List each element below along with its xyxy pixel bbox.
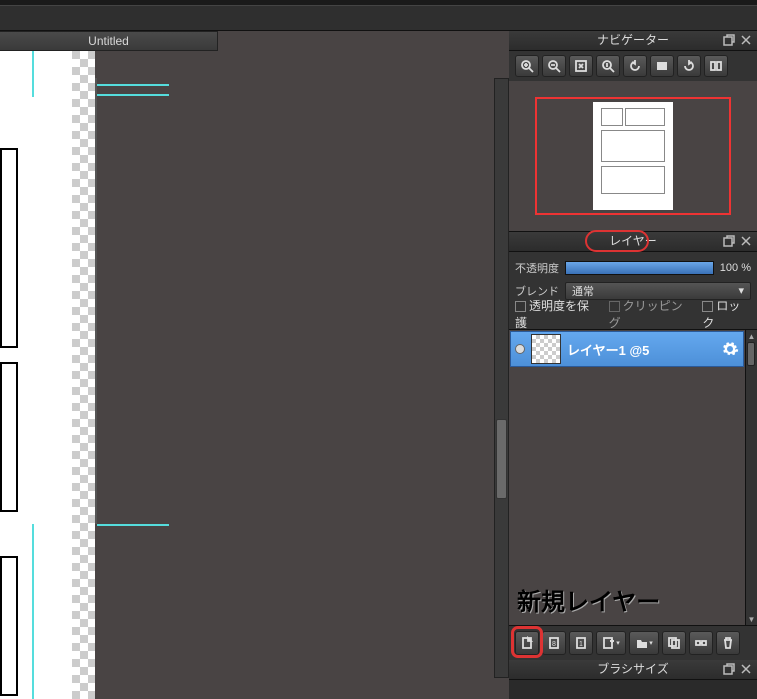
document-tab-title: Untitled [88, 34, 129, 48]
opacity-slider-fill [566, 262, 713, 274]
layer-row[interactable]: レイヤー1 @5 [510, 331, 744, 367]
zoom-in-button[interactable] [515, 55, 539, 77]
brush-size-panel: ブラシサイズ [509, 660, 757, 680]
navigator-preview[interactable] [509, 81, 757, 231]
guide-line [97, 94, 169, 96]
navigator-viewport-frame[interactable] [535, 97, 731, 215]
layer-visibility-toggle[interactable] [515, 344, 525, 354]
layer-toolbar: 8 1 ▾ ▾ [509, 626, 757, 660]
delete-layer-button[interactable] [716, 631, 740, 655]
comic-panel [0, 148, 18, 348]
new-vector-layer-button[interactable]: 1 [569, 631, 593, 655]
navigator-title-label: ナビゲーター [597, 33, 669, 47]
canvas-scrollbar-vertical[interactable] [494, 78, 509, 678]
chevron-down-icon: ▾ [649, 639, 653, 647]
scroll-up-arrow[interactable]: ▲ [746, 330, 757, 342]
layers-panel: レイヤー 不透明度 100 % ブレンド 通常 ▾ [509, 232, 757, 660]
guide-line [32, 524, 34, 699]
new-raster-layer-button[interactable]: 8 [542, 631, 566, 655]
opacity-label: 不透明度 [515, 260, 559, 276]
add-special-layer-button[interactable]: ▾ [596, 631, 626, 655]
chevron-down-icon: ▾ [738, 284, 744, 297]
layer-list-scrollbar[interactable]: ▲ ▼ [745, 330, 757, 625]
layer-thumbnail[interactable] [531, 334, 561, 364]
scrollbar-thumb[interactable] [496, 419, 507, 499]
rotate-ccw-button[interactable] [623, 55, 647, 77]
clipping-checkbox[interactable]: クリッピング [609, 297, 693, 331]
svg-text:8: 8 [552, 641, 556, 648]
menu-bar[interactable] [0, 5, 757, 31]
rotate-cw-button[interactable] [677, 55, 701, 77]
scrollbar-thumb[interactable] [747, 342, 755, 366]
new-layer-button[interactable] [515, 631, 539, 655]
preserve-alpha-checkbox[interactable]: 透明度を保護 [515, 297, 599, 331]
navigator-thumbnail [593, 102, 673, 210]
navigator-panel-title: ナビゲーター [509, 31, 757, 51]
close-icon[interactable] [739, 662, 753, 676]
layers-title-label: レイヤー [609, 234, 657, 248]
duplicate-layer-button[interactable] [662, 631, 686, 655]
flip-horizontal-button[interactable] [650, 55, 674, 77]
comic-panel [0, 556, 18, 696]
layer-list: レイヤー1 @5 ▲ ▼ 新規レイヤー [509, 330, 757, 626]
layer-name-label: レイヤー1 @5 [567, 340, 715, 359]
popout-icon[interactable] [722, 33, 736, 47]
zoom-minus-button[interactable] [596, 55, 620, 77]
close-icon[interactable] [739, 33, 753, 47]
gear-icon[interactable] [721, 340, 739, 358]
guide-line [97, 84, 169, 86]
layer-controls: 不透明度 100 % ブレンド 通常 ▾ 透明度を保護 クリッピング ロック [509, 252, 757, 330]
new-folder-button[interactable]: ▾ [629, 631, 659, 655]
lock-checkbox[interactable]: ロック [702, 297, 751, 331]
popout-icon[interactable] [722, 662, 736, 676]
close-icon[interactable] [739, 234, 753, 248]
opacity-value: 100 % [720, 262, 751, 274]
opacity-slider[interactable] [565, 261, 714, 275]
reset-view-button[interactable] [704, 55, 728, 77]
brush-size-title-label: ブラシサイズ [597, 662, 668, 676]
layers-panel-title: レイヤー [509, 232, 757, 252]
guide-line [32, 51, 34, 97]
document-tab[interactable]: Untitled [0, 31, 218, 51]
comic-panel [0, 362, 18, 512]
brush-size-panel-title: ブラシサイズ [509, 660, 757, 680]
zoom-plus-button[interactable] [542, 55, 566, 77]
fit-screen-button[interactable] [569, 55, 593, 77]
panel-divider[interactable] [95, 78, 97, 524]
popout-icon[interactable] [722, 234, 736, 248]
navigator-panel: ナビゲーター [509, 31, 757, 232]
navigator-toolbar [509, 51, 757, 81]
scroll-down-arrow[interactable]: ▼ [746, 613, 757, 625]
svg-text:1: 1 [579, 641, 583, 648]
merge-layer-button[interactable] [689, 631, 713, 655]
guide-line [97, 524, 169, 526]
chevron-down-icon: ▾ [616, 639, 620, 647]
